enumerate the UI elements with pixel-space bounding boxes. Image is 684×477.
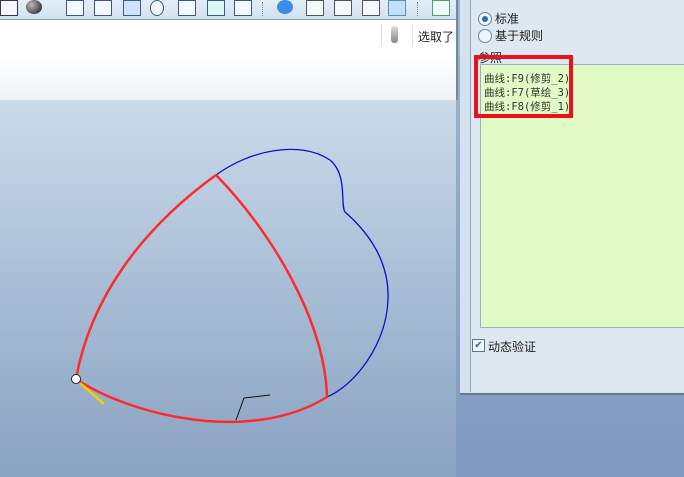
selected-curve-bottom [75, 377, 328, 424]
start-point-handle [71, 374, 81, 384]
selected-curve-left [74, 173, 217, 380]
radio-standard-label: 标准 [495, 12, 520, 26]
radio-rule-based[interactable] [478, 29, 492, 43]
dimension-leader [235, 394, 271, 421]
blue-curve [215, 148, 389, 398]
selected-curve-right [215, 174, 329, 398]
radio-rule-based-label: 基于规则 [495, 29, 544, 43]
dynamic-validation-label: 动态验证 [488, 340, 537, 354]
dynamic-validation-checkbox[interactable]: ✔ [472, 339, 485, 352]
highlight-box [474, 55, 573, 118]
radio-standard[interactable] [478, 12, 492, 26]
